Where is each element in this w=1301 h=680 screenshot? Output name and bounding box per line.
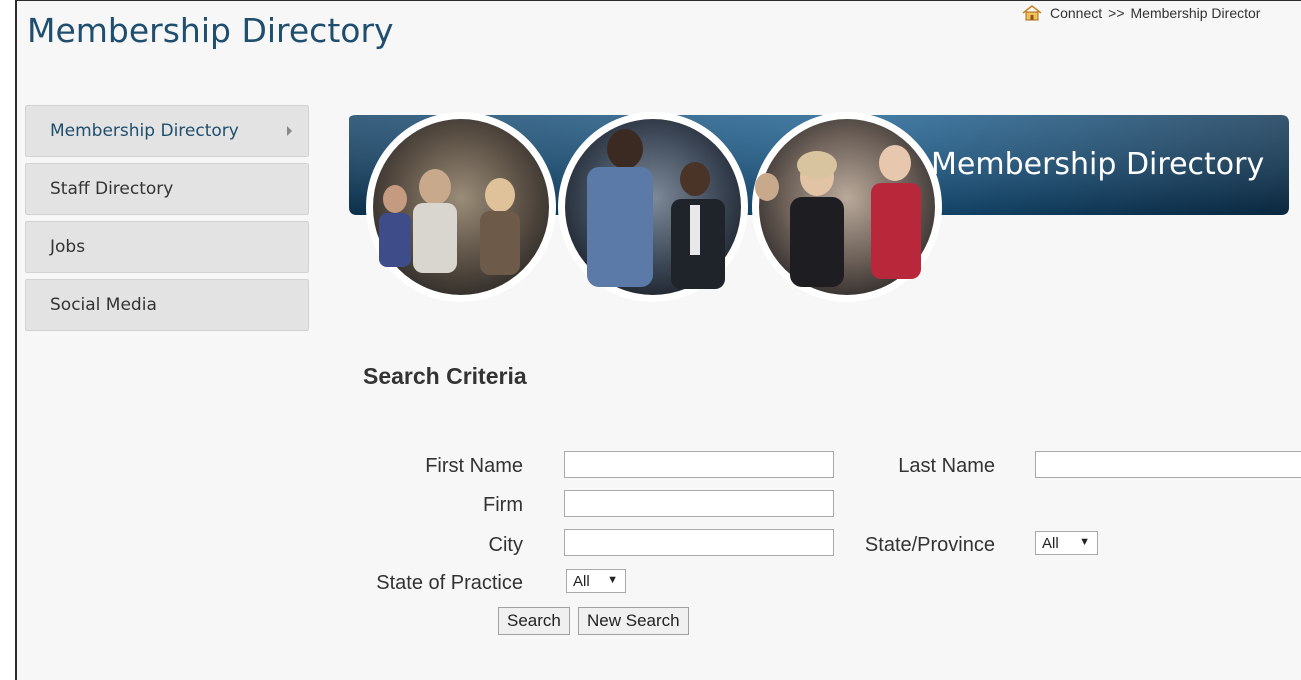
sidebar-item-label: Membership Directory: [50, 121, 239, 141]
banner-graphic: [349, 112, 1289, 302]
photo-circle-3: [752, 112, 942, 302]
photo-circle-1: [366, 112, 556, 302]
banner: Membership Directory: [335, 107, 1299, 307]
last-name-input[interactable]: [1035, 451, 1301, 478]
last-name-label: Last Name: [898, 455, 995, 477]
search-button[interactable]: Search: [498, 607, 570, 635]
sidebar-item-staff-directory[interactable]: Staff Directory: [25, 163, 309, 215]
page-frame: Membership Directory Connect >> Membersh…: [15, 0, 1301, 680]
city-label: City: [488, 534, 523, 556]
sidebar-item-label: Social Media: [50, 295, 157, 315]
photo-circle-2: [558, 112, 748, 302]
dropdown-arrow-icon: ▼: [1079, 536, 1090, 548]
first-name-label: First Name: [425, 455, 523, 477]
state-province-label: State/Province: [864, 534, 995, 556]
firm-label: Firm: [483, 494, 523, 516]
sidebar-item-jobs[interactable]: Jobs: [25, 221, 309, 273]
sidebar-item-label: Jobs: [50, 237, 86, 257]
home-icon[interactable]: [1020, 5, 1044, 21]
sidebar-item-membership-directory[interactable]: Membership Directory: [25, 105, 309, 157]
firm-input[interactable]: [564, 490, 834, 517]
breadcrumb-current: Membership Director: [1130, 5, 1261, 21]
page-title: Membership Directory: [27, 11, 394, 50]
search-criteria-heading: Search Criteria: [363, 363, 527, 389]
sidebar-item-social-media[interactable]: Social Media: [25, 279, 309, 331]
state-province-selected: All: [1042, 534, 1059, 552]
chevron-right-icon: [287, 126, 292, 136]
dropdown-arrow-icon: ▼: [607, 574, 618, 586]
state-province-select[interactable]: All ▼: [1035, 531, 1098, 555]
new-search-button[interactable]: New Search: [578, 607, 689, 635]
breadcrumb-link-connect[interactable]: Connect: [1050, 5, 1102, 21]
first-name-input[interactable]: [564, 451, 834, 478]
state-of-practice-select[interactable]: All ▼: [566, 569, 626, 593]
breadcrumb-separator: >>: [1108, 5, 1125, 21]
sidebar-item-label: Staff Directory: [50, 179, 174, 199]
sidebar-nav: Membership Directory Staff Directory Job…: [25, 105, 309, 337]
state-of-practice-selected: All: [573, 572, 590, 590]
banner-title: Membership Directory: [931, 147, 1265, 182]
city-input[interactable]: [564, 529, 834, 556]
state-of-practice-label: State of Practice: [376, 572, 523, 594]
breadcrumb: Connect >> Membership Director: [1020, 5, 1301, 21]
